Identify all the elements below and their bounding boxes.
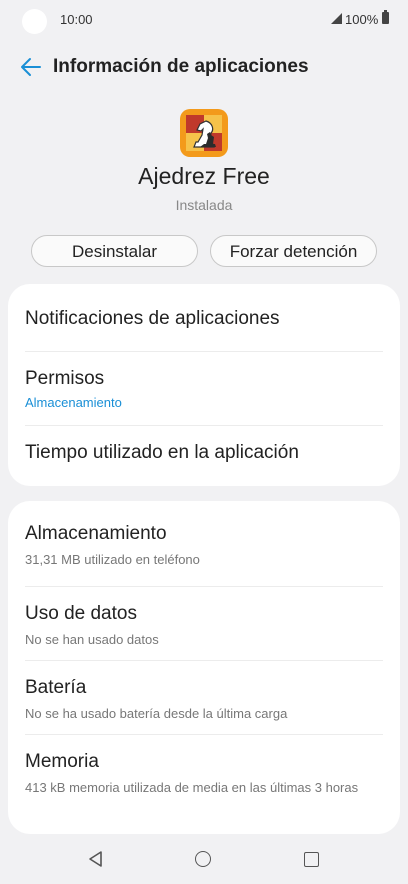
nav-home-icon[interactable]	[195, 851, 211, 867]
storage-summary: 31,31 MB utilizado en teléfono	[25, 552, 200, 567]
memory-summary: 413 kB memoria utilizada de media en las…	[25, 780, 359, 795]
permissions-summary: Almacenamiento	[25, 395, 122, 410]
battery-icon	[382, 10, 389, 24]
status-bar: 10:00 100%	[0, 0, 408, 40]
battery-label: Batería	[25, 677, 87, 698]
notifications-label: Notificaciones de aplicaciones	[25, 308, 280, 329]
camera-cutout	[22, 9, 47, 34]
data-usage-label: Uso de datos	[25, 603, 137, 624]
signal-icon	[331, 13, 342, 24]
permissions-item[interactable]: Permisos Almacenamiento	[25, 368, 383, 412]
divider	[25, 586, 383, 587]
header: Información de aplicaciones	[0, 48, 408, 88]
memory-item[interactable]: Memoria 413 kB memoria utilizada de medi…	[25, 751, 383, 797]
navigation-bar	[0, 840, 408, 880]
permissions-label: Permisos	[25, 368, 105, 389]
data-usage-summary: No se han usado datos	[25, 632, 159, 647]
storage-item[interactable]: Almacenamiento 31,31 MB utilizado en tel…	[25, 523, 383, 569]
force-stop-button[interactable]: Forzar detención	[210, 235, 377, 267]
back-arrow-icon[interactable]	[18, 54, 44, 80]
status-time: 10:00	[60, 12, 93, 27]
divider	[25, 734, 383, 735]
nav-back-icon[interactable]	[87, 850, 105, 868]
battery-item[interactable]: Batería No se ha usado batería desde la …	[25, 677, 383, 723]
page-title: Información de aplicaciones	[53, 56, 309, 77]
memory-label: Memoria	[25, 751, 99, 772]
divider	[25, 660, 383, 661]
usage-card: Almacenamiento 31,31 MB utilizado en tel…	[8, 501, 400, 834]
divider	[25, 351, 383, 352]
app-settings-card: Notificaciones de aplicaciones Permisos …	[8, 284, 400, 486]
chess-app-icon	[180, 109, 228, 157]
notifications-item[interactable]: Notificaciones de aplicaciones	[25, 308, 383, 330]
time-used-label: Tiempo utilizado en la aplicación	[25, 442, 299, 463]
storage-label: Almacenamiento	[25, 523, 167, 544]
nav-recents-icon[interactable]	[304, 852, 319, 867]
battery-percent: 100%	[345, 12, 379, 27]
app-status: Instalada	[175, 197, 233, 213]
uninstall-button[interactable]: Desinstalar	[31, 235, 198, 267]
divider	[25, 425, 383, 426]
data-usage-item[interactable]: Uso de datos No se han usado datos	[25, 603, 383, 649]
battery-summary: No se ha usado batería desde la última c…	[25, 706, 288, 721]
app-name: Ajedrez Free	[138, 163, 270, 189]
time-used-item[interactable]: Tiempo utilizado en la aplicación	[25, 442, 383, 464]
app-info-screen: 10:00 100% Información de aplicaciones A…	[0, 0, 408, 884]
